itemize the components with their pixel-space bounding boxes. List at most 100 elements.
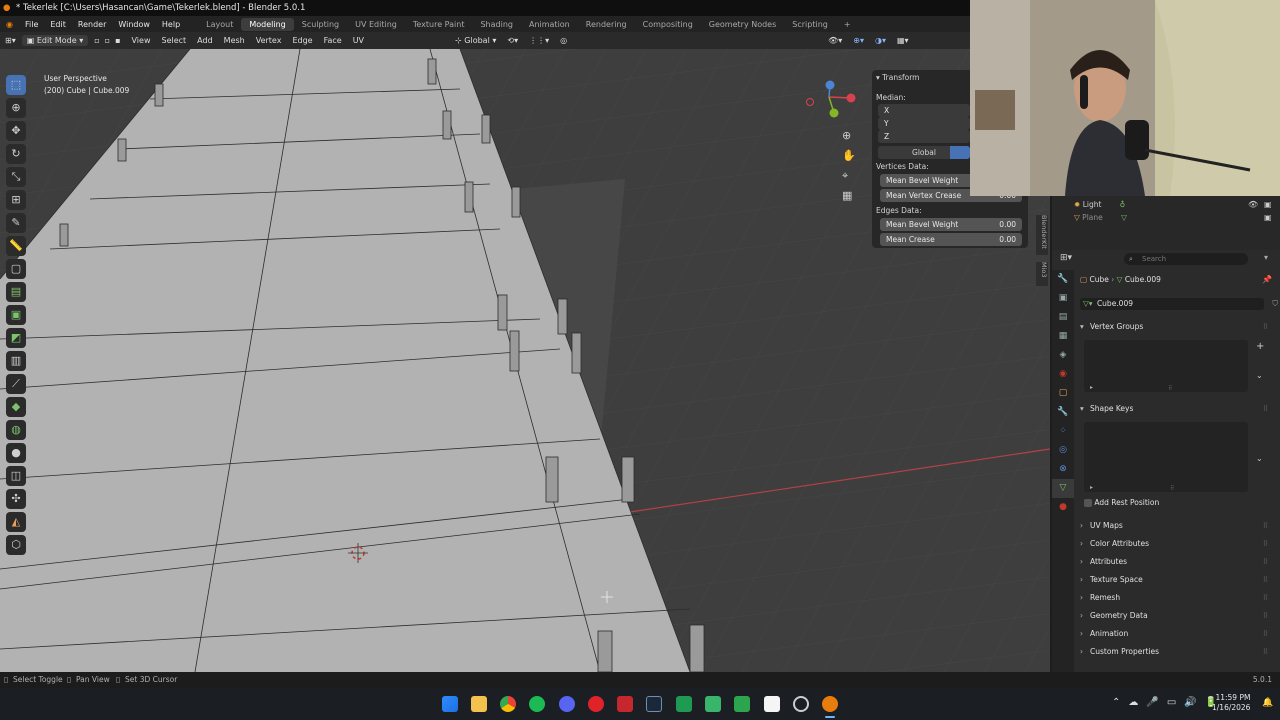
outliner-item-plane[interactable]: ▽ Plane ▽ — [1074, 213, 1127, 222]
spin-tool-icon[interactable]: ◍ — [6, 420, 26, 440]
xbox-app-icon[interactable] — [705, 696, 721, 712]
material-tab-icon[interactable]: ● — [1052, 498, 1074, 517]
workspace-tab-compositing[interactable]: Compositing — [635, 18, 701, 31]
discord-icon[interactable] — [559, 696, 575, 712]
pin-icon[interactable]: 📌 — [1262, 275, 1272, 284]
workspace-tab-scripting[interactable]: Scripting — [784, 18, 836, 31]
cursor-tool-icon[interactable]: ⊕ — [6, 98, 26, 118]
scene-tab-icon[interactable]: ◈ — [1052, 346, 1074, 365]
rip-tool-icon[interactable]: ⬡ — [6, 535, 26, 555]
fake-user-shield-icon[interactable]: ⛉ — [1272, 298, 1278, 310]
red-app-icon[interactable] — [588, 696, 604, 712]
header-menu-edge[interactable]: Edge — [287, 35, 317, 46]
ink-app-icon[interactable] — [617, 696, 633, 712]
drag-handle-icon[interactable]: ⠿ — [1263, 554, 1268, 570]
workspace-tab-animation[interactable]: Animation — [521, 18, 578, 31]
drag-handle-icon[interactable]: ⠿ — [1263, 319, 1268, 335]
green-app-icon[interactable] — [676, 696, 692, 712]
xray-toggle-icon[interactable]: ▦▾ — [892, 35, 914, 46]
shape-key-specials-icon[interactable]: ⌄ — [1256, 454, 1263, 463]
sidebar-tab-blenderkit[interactable]: BlenderKit — [1036, 215, 1048, 255]
add-rest-position-checkbox[interactable]: Add Rest Position — [1084, 498, 1159, 507]
hide-in-viewport-icon[interactable]: 👁 — [1248, 200, 1258, 209]
select-box-tool-icon[interactable]: ⬚ — [6, 75, 26, 95]
datablock-selector[interactable]: ▽▾ Cube.009 ⛉ — [1080, 298, 1278, 310]
measure-tool-icon[interactable]: 📏 — [6, 236, 26, 256]
workspace-tab-shading[interactable]: Shading — [472, 18, 521, 31]
steam-icon[interactable] — [646, 696, 662, 712]
poly-build-tool-icon[interactable]: ◆ — [6, 397, 26, 417]
zoom-icon[interactable]: ⊕ — [842, 129, 851, 142]
section-remesh[interactable]: › Remesh ⠿ — [1080, 590, 1270, 606]
move-tool-icon[interactable]: ✥ — [6, 121, 26, 141]
header-menu-uv[interactable]: UV — [348, 35, 369, 46]
render-toggle-icon-2[interactable]: ▣ — [1264, 213, 1272, 222]
add-vertex-group-button[interactable]: + — [1256, 341, 1264, 352]
drag-handle-icon[interactable]: ⠿ — [1263, 572, 1268, 588]
view-layer-tab-icon[interactable]: ▦ — [1052, 327, 1074, 346]
visibility-icon[interactable]: 👁▾ — [823, 35, 847, 46]
render-toggle-icon[interactable]: ▣ — [1264, 200, 1272, 209]
add-workspace-button[interactable]: + — [836, 18, 859, 31]
drag-handle-icon[interactable]: ⠿ — [1263, 401, 1268, 417]
gizmo-toggle-icon[interactable]: ⊕▾ — [848, 35, 869, 46]
drag-handle-icon[interactable]: ⠿ — [1263, 590, 1268, 606]
modifier-tab-icon[interactable]: 🔧 — [1052, 403, 1074, 422]
world-tab-icon[interactable]: ◉ — [1052, 365, 1074, 384]
section-texture-space[interactable]: › Texture Space ⠿ — [1080, 572, 1270, 588]
section-custom-properties[interactable]: › Custom Properties ⠿ — [1080, 644, 1270, 660]
header-menu-add[interactable]: Add — [192, 35, 218, 46]
median-y-field[interactable]: Y — [878, 117, 970, 130]
inset-tool-icon[interactable]: ▣ — [6, 305, 26, 325]
mesh-data-tab-icon[interactable]: ▽ — [1052, 479, 1074, 498]
section-color-attributes[interactable]: › Color Attributes ⠿ — [1080, 536, 1270, 552]
drag-handle-icon[interactable]: ⠿ — [1263, 608, 1268, 624]
workspace-tab-texture-paint[interactable]: Texture Paint — [405, 18, 473, 31]
particles-tab-icon[interactable]: ⁘ — [1052, 422, 1074, 441]
expand-list-icon[interactable]: ▸ — [1090, 384, 1093, 391]
list-resize-handle-icon[interactable]: ⠿ — [1168, 385, 1172, 392]
settings-icon[interactable] — [793, 696, 809, 712]
section-vertex-groups[interactable]: ▾ Vertex Groups ⠿ — [1080, 319, 1270, 335]
proportional-edit-icon[interactable]: ◎ — [555, 35, 572, 46]
outliner-item-light[interactable]: ✹ Light ♁ — [1074, 200, 1125, 209]
drag-handle-icon[interactable]: ⠿ — [1263, 644, 1268, 660]
drag-handle-icon[interactable]: ⠿ — [1263, 626, 1268, 642]
transform-tool-icon[interactable]: ⊞ — [6, 190, 26, 210]
render-tab-icon[interactable]: ▣ — [1052, 289, 1074, 308]
bevel-tool-icon[interactable]: ◩ — [6, 328, 26, 348]
snap-icon[interactable]: ⋮⋮▾ — [524, 35, 554, 46]
workspace-tab-rendering[interactable]: Rendering — [578, 18, 635, 31]
editor-type-icon[interactable]: ⊞▾ — [0, 35, 21, 46]
file-explorer-icon[interactable] — [471, 696, 487, 712]
section-shape-keys[interactable]: ▾ Shape Keys ⠿ — [1080, 401, 1270, 417]
mode-selector[interactable]: ▣ Edit Mode ▾ — [21, 35, 89, 46]
menu-render[interactable]: Render — [72, 20, 112, 29]
notification-bell-icon[interactable]: 🔔 — [1262, 698, 1273, 708]
sidebar-tab-mio3[interactable]: Mio3 — [1036, 262, 1048, 286]
workspace-tab-uv-editing[interactable]: UV Editing — [347, 18, 405, 31]
rotate-tool-icon[interactable]: ↻ — [6, 144, 26, 164]
object-tab-icon[interactable]: ▢ — [1052, 384, 1074, 403]
expand-list-icon[interactable]: ▸ — [1090, 484, 1093, 491]
drag-handle-icon[interactable]: ⠿ — [1263, 518, 1268, 534]
median-x-field[interactable]: X — [878, 104, 970, 117]
properties-options-icon[interactable]: ▾ — [1264, 253, 1268, 262]
header-menu-face[interactable]: Face — [319, 35, 347, 46]
output-tab-icon[interactable]: ▤ — [1052, 308, 1074, 327]
tray-icons[interactable]: ⌃☁🎤▭🔊🔋 — [1112, 697, 1225, 708]
workspace-tab-modeling[interactable]: Modeling — [241, 17, 294, 31]
tool-tab-icon[interactable]: 🔧 — [1052, 270, 1074, 289]
w-app-icon[interactable] — [764, 696, 780, 712]
section-uv-maps[interactable]: › UV Maps ⠿ — [1080, 518, 1270, 534]
overlay-toggle-icon[interactable]: ◑▾ — [870, 35, 891, 46]
windows-start-icon[interactable] — [442, 696, 458, 712]
header-menu-vertex[interactable]: Vertex — [251, 35, 287, 46]
photo-app-icon[interactable] — [734, 696, 750, 712]
section-animation[interactable]: › Animation ⠿ — [1080, 626, 1270, 642]
section-attributes[interactable]: › Attributes ⠿ — [1080, 554, 1270, 570]
knife-tool-icon[interactable]: ⟋ — [6, 374, 26, 394]
workspace-tab-geometry-nodes[interactable]: Geometry Nodes — [701, 18, 784, 31]
editor-type-properties-icon[interactable]: ⊞▾ — [1060, 253, 1072, 263]
annotate-tool-icon[interactable]: ✎ — [6, 213, 26, 233]
